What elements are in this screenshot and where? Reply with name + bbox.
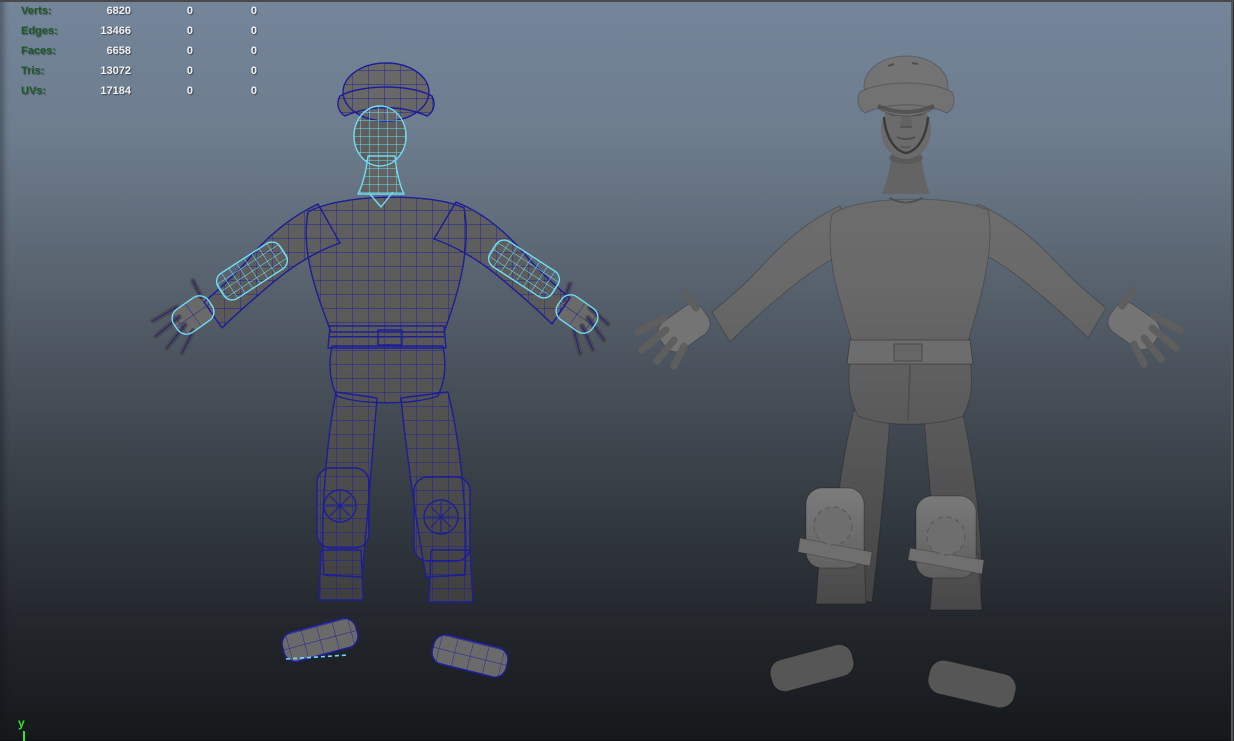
hud-label: Tris: [21, 61, 79, 81]
hud-value: 13072 [79, 61, 131, 81]
hud-value: 13466 [79, 21, 131, 41]
belt-buckle [894, 344, 922, 361]
hud-selected-count-2: 0 [193, 21, 257, 41]
hud-label: Faces: [21, 41, 79, 61]
hud-selected-count: 0 [131, 81, 193, 101]
hud-selected-count: 0 [131, 41, 193, 61]
hud-row-edges: Edges: 13466 0 0 [0, 21, 280, 41]
soldier-model-shaded[interactable] [638, 56, 1180, 710]
hud-row-verts: Verts: 6820 0 0 [0, 1, 280, 21]
axis-y-label: y [18, 717, 25, 729]
knee-pads [798, 488, 984, 578]
perspective-viewport[interactable]: Verts: 6820 0 0 Edges: 13466 0 0 Faces: … [0, 0, 1234, 741]
scene-canvas[interactable] [0, 0, 1234, 741]
hud-value: 6658 [79, 41, 131, 61]
hud-label: Verts: [21, 1, 79, 21]
hud-row-faces: Faces: 6658 0 0 [0, 41, 280, 61]
poly-count-hud: Verts: 6820 0 0 Edges: 13466 0 0 Faces: … [0, 1, 280, 101]
hud-selected-count-2: 0 [193, 41, 257, 61]
hud-selected-count-2: 0 [193, 1, 257, 21]
hud-row-tris: Tris: 13072 0 0 [0, 61, 280, 81]
axis-gizmo: y [18, 717, 48, 741]
axis-y-arrow [23, 731, 25, 741]
hud-label: UVs: [21, 81, 79, 101]
maya-viewport-window: Verts: 6820 0 0 Edges: 13466 0 0 Faces: … [0, 0, 1234, 741]
shaded-helmet [858, 56, 954, 116]
hud-row-uvs: UVs: 17184 0 0 [0, 81, 280, 101]
soldier-model-wireframe[interactable] [153, 63, 608, 680]
hud-value: 6820 [79, 1, 131, 21]
hud-selected-count: 0 [131, 1, 193, 21]
hud-selected-count: 0 [131, 61, 193, 81]
hud-label: Edges: [21, 21, 79, 41]
hud-selected-count-2: 0 [193, 61, 257, 81]
hud-selected-count-2: 0 [193, 81, 257, 101]
hud-value: 17184 [79, 81, 131, 101]
hud-selected-count: 0 [131, 21, 193, 41]
